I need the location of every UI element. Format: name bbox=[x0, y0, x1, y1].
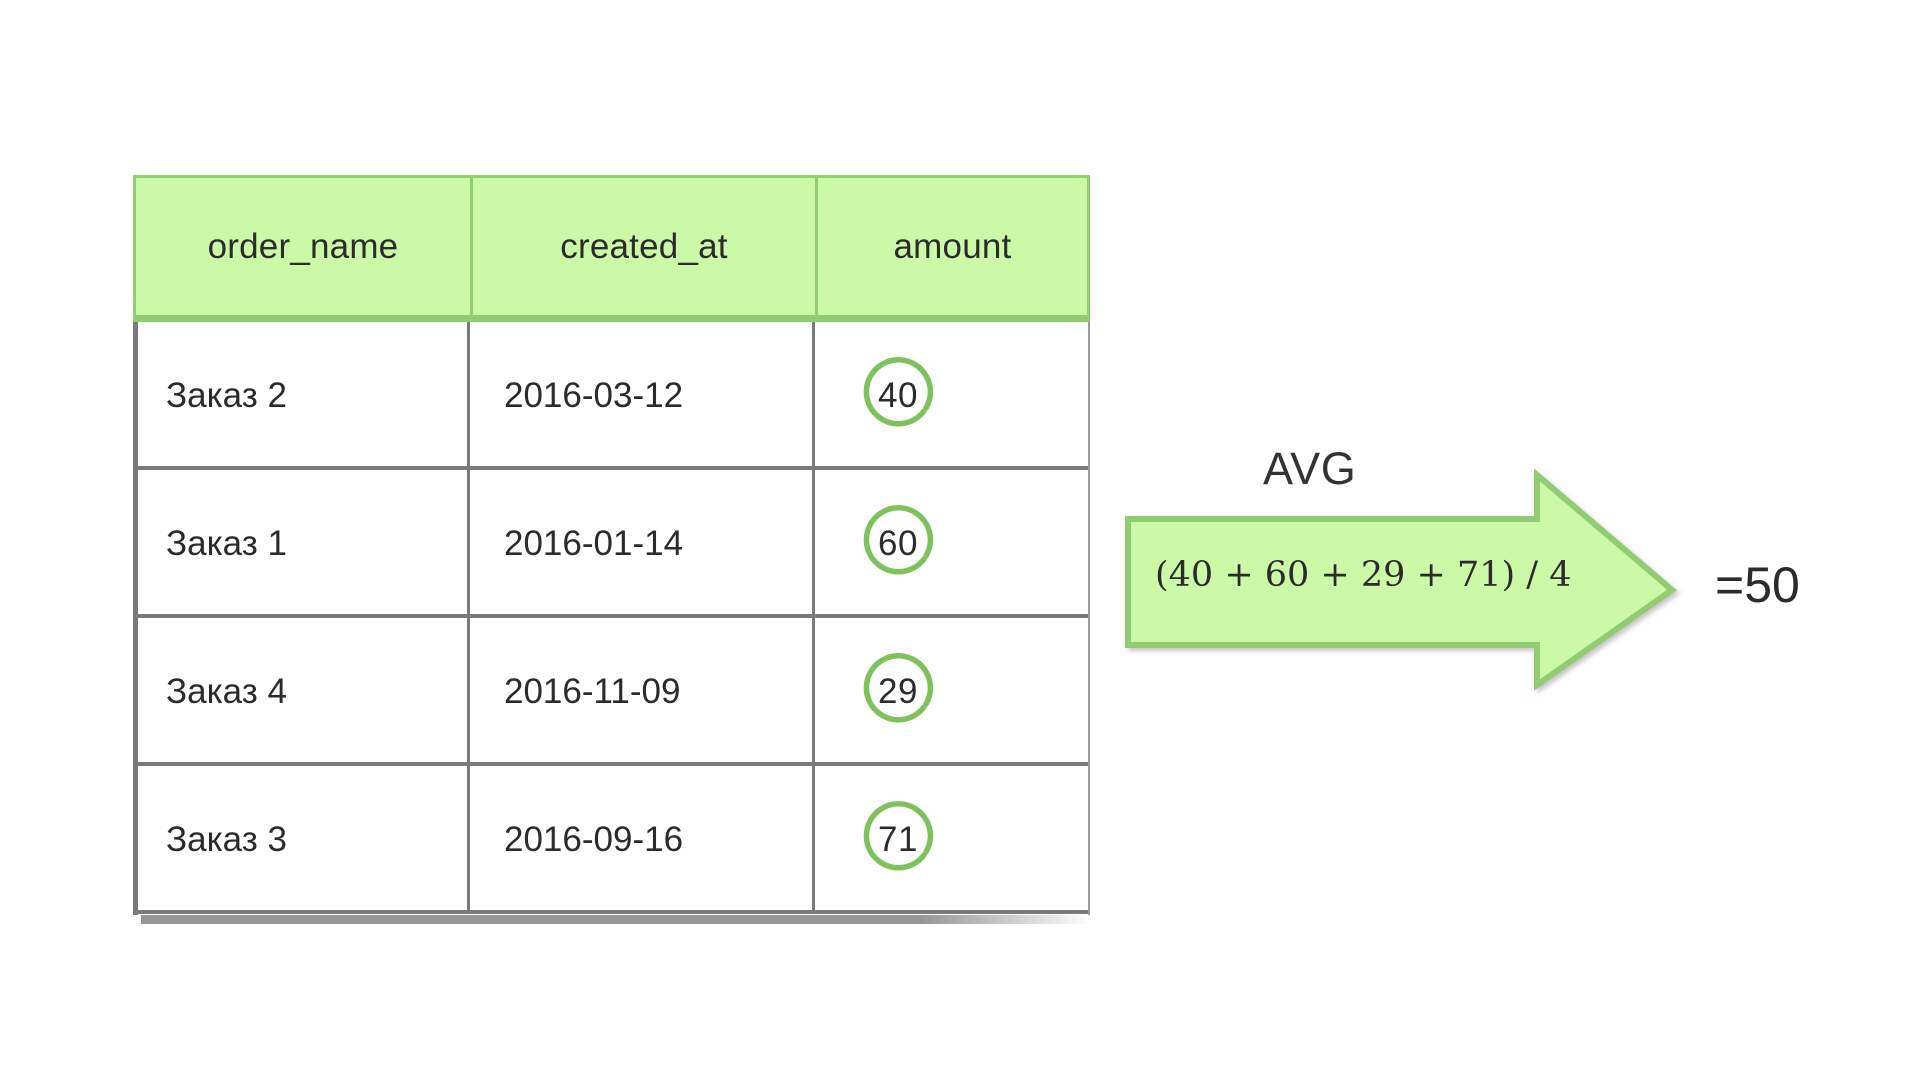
amount-value: 60 bbox=[878, 524, 918, 563]
column-header-label: amount bbox=[893, 226, 1012, 266]
cell-created-at: 2016-03-12 bbox=[470, 322, 815, 470]
amount-ring-annotation: 40 bbox=[852, 350, 944, 442]
cell-order-name: Заказ 3 bbox=[133, 766, 470, 914]
table-row: Заказ 2 2016-03-12 40 bbox=[133, 322, 1090, 470]
column-header-order-name: order_name bbox=[136, 178, 473, 315]
cell-amount: 29 bbox=[815, 618, 1090, 766]
amount-value: 40 bbox=[878, 376, 918, 415]
cell-created-at: 2016-09-16 bbox=[470, 766, 815, 914]
cell-text: 2016-09-16 bbox=[504, 820, 684, 859]
cell-text: Заказ 1 bbox=[166, 524, 287, 563]
cell-text: Заказ 3 bbox=[166, 820, 287, 859]
cell-text: 2016-11-09 bbox=[504, 672, 681, 711]
cell-created-at: 2016-11-09 bbox=[470, 618, 815, 766]
cell-amount: 60 bbox=[815, 470, 1090, 618]
table-row: Заказ 4 2016-11-09 29 bbox=[133, 618, 1090, 766]
column-header-label: created_at bbox=[560, 226, 728, 266]
cell-text: Заказ 4 bbox=[166, 672, 287, 711]
avg-formula-text: (40 + 60 + 29 + 71) / 4 bbox=[1155, 555, 1572, 595]
table-drop-shadow bbox=[141, 915, 1091, 924]
table-row: Заказ 3 2016-09-16 71 bbox=[133, 766, 1090, 914]
cell-text: 2016-03-12 bbox=[504, 376, 684, 415]
cell-text: Заказ 2 bbox=[166, 376, 287, 415]
column-header-amount: amount bbox=[818, 178, 1087, 315]
avg-result-label: =50 bbox=[1715, 557, 1800, 613]
cell-order-name: Заказ 1 bbox=[133, 470, 470, 618]
cell-created-at: 2016-01-14 bbox=[470, 470, 815, 618]
cell-amount: 71 bbox=[815, 766, 1090, 914]
cell-order-name: Заказ 4 bbox=[133, 618, 470, 766]
column-header-label: order_name bbox=[207, 226, 399, 266]
amount-ring-annotation: 60 bbox=[852, 498, 944, 590]
orders-table: order_name created_at amount Заказ 2 201… bbox=[133, 175, 1091, 924]
cell-text: 2016-01-14 bbox=[504, 524, 684, 563]
amount-ring-annotation: 71 bbox=[852, 794, 944, 886]
amount-value: 29 bbox=[878, 672, 918, 711]
cell-amount: 40 bbox=[815, 322, 1090, 470]
cell-order-name: Заказ 2 bbox=[133, 322, 470, 470]
table-header-row: order_name created_at amount bbox=[133, 175, 1090, 322]
amount-value: 71 bbox=[878, 820, 918, 859]
diagram-canvas: order_name created_at amount Заказ 2 201… bbox=[0, 0, 1920, 1080]
column-header-created-at: created_at bbox=[473, 178, 818, 315]
amount-ring-annotation: 29 bbox=[852, 646, 944, 738]
table-row: Заказ 1 2016-01-14 60 bbox=[133, 470, 1090, 618]
table-body: Заказ 2 2016-03-12 40 Заказ 1 2016-01-14… bbox=[133, 322, 1090, 915]
